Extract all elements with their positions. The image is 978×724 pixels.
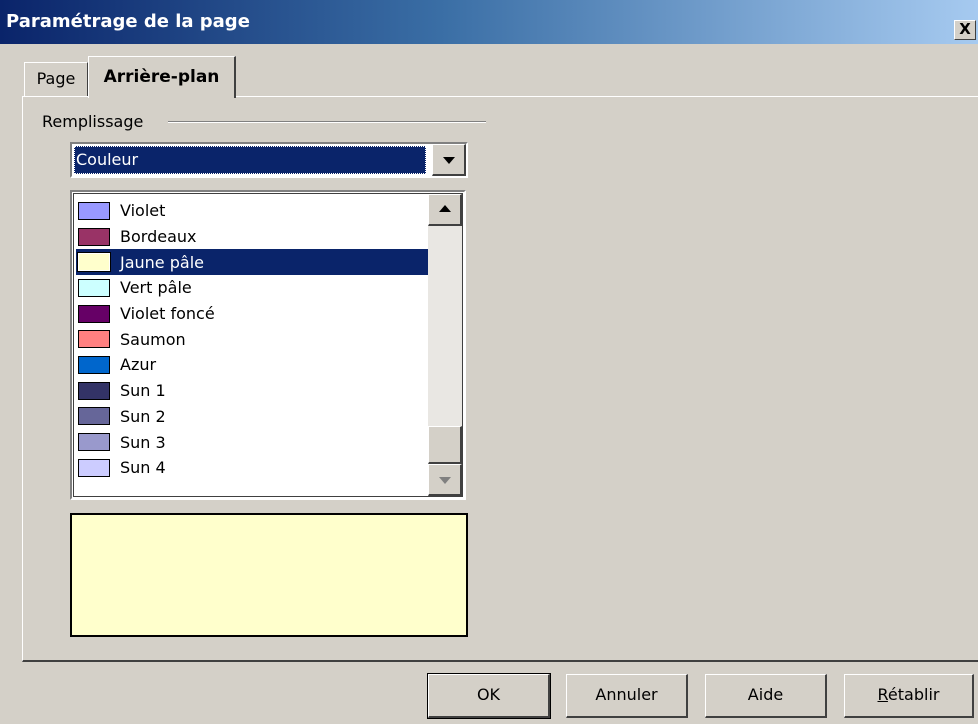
color-name: Vert pâle (120, 278, 192, 298)
color-name: Sun 1 (120, 381, 166, 401)
arrow-down-icon (439, 477, 451, 484)
fill-type-dropdown[interactable]: Couleur (70, 142, 468, 178)
color-list-item[interactable]: Sun 4 (76, 455, 432, 481)
color-list-item[interactable]: Sun 1 (76, 378, 432, 404)
close-icon: X (959, 20, 971, 38)
reset-button[interactable]: Rétablir (844, 674, 974, 718)
color-swatch (78, 227, 110, 246)
tab-background[interactable]: Arrière-plan (88, 56, 236, 98)
color-name: Azur (120, 355, 157, 375)
color-swatch (78, 355, 110, 374)
color-list-item[interactable]: Sun 2 (76, 404, 432, 430)
close-button[interactable]: X (954, 20, 976, 40)
tab-page[interactable]: Page (24, 62, 88, 96)
scroll-down-button[interactable] (428, 464, 462, 496)
color-swatch (78, 201, 110, 220)
color-list-frame: Violet Bordeaux Jaune pâle Vert pâle Violet … (73, 193, 463, 497)
color-list-item[interactable]: Saumon (76, 326, 432, 352)
color-list[interactable]: Violet Bordeaux Jaune pâle Vert pâle Violet … (70, 190, 466, 500)
fill-type-value: Couleur (74, 146, 426, 174)
help-button[interactable]: Aide (705, 674, 827, 718)
color-list-item[interactable]: Jaune pâle (76, 249, 432, 276)
color-list-item[interactable]: Violet (76, 198, 432, 224)
color-name: Sun 2 (120, 406, 166, 426)
color-list-item[interactable]: Sun 3 (76, 429, 432, 455)
color-name: Violet foncé (120, 304, 215, 324)
chevron-down-icon (443, 157, 455, 164)
dropdown-button[interactable] (432, 144, 466, 176)
color-list-item[interactable]: Vert pâle (76, 275, 432, 301)
group-divider (168, 121, 486, 123)
color-swatch (77, 252, 111, 273)
color-name: Sun 3 (120, 432, 166, 452)
tab-page-label: Page (36, 69, 76, 88)
scrollbar[interactable] (428, 194, 462, 496)
color-swatch (78, 433, 110, 452)
color-name: Bordeaux (120, 227, 197, 247)
title-bar[interactable]: Paramétrage de la page X (0, 0, 978, 44)
scroll-thumb[interactable] (428, 426, 462, 464)
color-name: Violet (120, 201, 166, 221)
color-name: Saumon (120, 329, 186, 349)
scroll-up-button[interactable] (428, 194, 462, 226)
cancel-button[interactable]: Annuler (566, 674, 688, 718)
color-swatch (78, 407, 110, 426)
color-list-item[interactable]: Violet foncé (76, 301, 432, 327)
color-swatch (78, 381, 110, 400)
ok-button[interactable]: OK (427, 673, 551, 719)
color-list-rows: Violet Bordeaux Jaune pâle Vert pâle Violet … (76, 198, 432, 481)
color-swatch (78, 304, 110, 323)
color-name: Jaune pâle (120, 252, 204, 272)
color-swatch (78, 458, 110, 477)
color-preview (70, 513, 468, 637)
window-title: Paramétrage de la page (6, 11, 250, 32)
color-name: Sun 4 (120, 458, 166, 478)
fill-group-label: Remplissage (38, 112, 148, 131)
color-list-item[interactable]: Bordeaux (76, 224, 432, 250)
color-swatch (78, 330, 110, 349)
color-swatch (78, 278, 110, 297)
tab-background-label: Arrière-plan (103, 67, 220, 87)
arrow-up-icon (439, 205, 451, 212)
color-list-item[interactable]: Azur (76, 352, 432, 378)
